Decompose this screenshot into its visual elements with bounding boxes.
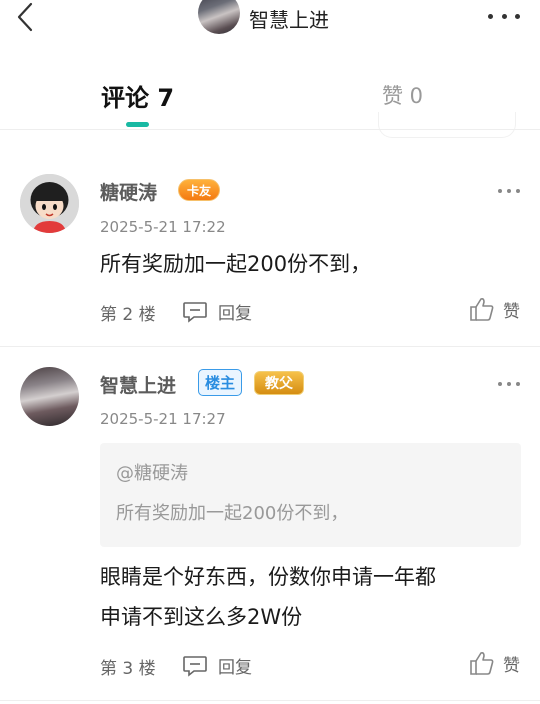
comment-icon — [183, 655, 207, 677]
tab-likes[interactable]: 赞 0 — [382, 80, 423, 110]
comment-floor-3: 智慧上进 楼主 教父 2025-5-21 17:27 @糖硬涛 所有奖励加一起2… — [0, 347, 540, 704]
comment-username[interactable]: 糖硬涛 — [100, 178, 157, 205]
thumbs-up-icon — [470, 298, 494, 321]
tab-comments[interactable]: 评论 7 — [101, 78, 174, 113]
like-label: 赞 — [503, 301, 520, 322]
comment-username[interactable]: 智慧上进 — [100, 371, 176, 398]
comment-text: 所有奖励加一起200份不到， — [100, 252, 372, 276]
comment-icon — [183, 301, 207, 323]
reply-label: 回复 — [218, 658, 252, 678]
tab-active-indicator — [126, 122, 149, 127]
quote-username[interactable]: @糖硬涛 — [116, 459, 188, 485]
header-avatar[interactable] — [198, 0, 240, 34]
comment-more-icon[interactable] — [498, 381, 520, 387]
comment-time: 2025-5-21 17:27 — [100, 410, 226, 428]
reply-button[interactable]: 回复 — [182, 299, 252, 324]
comment-time: 2025-5-21 17:22 — [100, 218, 226, 236]
quoted-comment: @糖硬涛 所有奖励加一起200份不到， — [100, 443, 521, 547]
header-user[interactable]: 智慧上进 — [198, 0, 329, 36]
like-button[interactable]: 赞 — [469, 296, 520, 322]
divider — [0, 700, 540, 701]
floor-number: 第 2 楼 — [100, 305, 156, 325]
badge-card-friend: 卡友 — [178, 179, 221, 201]
header-title: 智慧上进 — [249, 7, 329, 32]
reply-label: 回复 — [218, 304, 252, 324]
badge-godfather: 教父 — [254, 371, 304, 395]
cartoon-avatar-icon — [20, 174, 79, 233]
thumbs-up-icon — [470, 652, 494, 675]
like-label: 赞 — [503, 655, 520, 676]
quote-text: 所有奖励加一起200份不到， — [116, 503, 349, 524]
top-bar: 智慧上进 — [0, 0, 540, 40]
avatar[interactable] — [20, 367, 79, 426]
comment-floor-2: 糖硬涛 卡友 2025-5-21 17:22 所有奖励加一起200份不到， 第 … — [0, 130, 540, 347]
more-dots-icon[interactable] — [488, 8, 520, 24]
avatar[interactable] — [20, 174, 79, 233]
back-chevron-icon[interactable] — [14, 2, 38, 32]
floor-number: 第 3 楼 — [100, 659, 156, 679]
comment-more-icon[interactable] — [498, 188, 520, 194]
comment-text-line-1: 眼睛是个好东西，份数你申请一年都 — [100, 565, 436, 589]
like-button[interactable]: 赞 — [469, 650, 520, 676]
badge-original-poster: 楼主 — [198, 369, 243, 396]
reply-button[interactable]: 回复 — [182, 653, 252, 678]
comment-text-line-2: 申请不到这么多2W份 — [100, 605, 303, 629]
